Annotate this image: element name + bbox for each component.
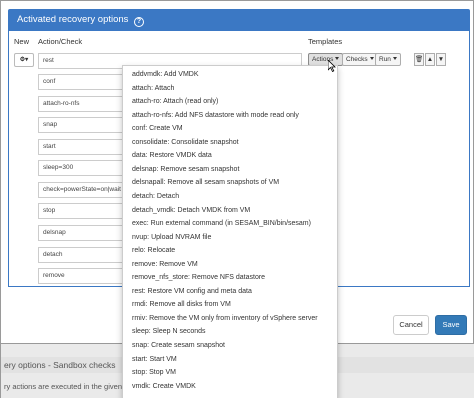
column-header-action-check: Action/Check (38, 37, 83, 46)
checks-label: Checks (346, 56, 368, 63)
actions-dropdown-menu: addvmdk: Add VMDK attach: Attach attach-ro… (122, 65, 338, 398)
chevron-down-icon (369, 57, 374, 60)
background-text: ry actions are executed in the given o (4, 382, 129, 391)
dropdown-item[interactable]: data: Restore VMDK data (132, 152, 212, 159)
arrow-up-icon[interactable]: ▲ (425, 53, 435, 66)
dropdown-item[interactable]: exec: Run external command (in SESAM_BIN… (132, 220, 311, 227)
chevron-down-icon (392, 57, 397, 60)
action-input[interactable]: stop (38, 203, 131, 219)
mouse-cursor-icon (328, 60, 336, 72)
column-header-new: New (14, 37, 30, 46)
recovery-options-dialog: Activated recovery options ? New Action/… (0, 0, 474, 398)
dropdown-item[interactable]: remove: Remove VM (132, 261, 198, 268)
arrow-down-icon[interactable]: ▼ (436, 53, 446, 66)
action-input[interactable]: sleep=300 (38, 160, 131, 176)
dropdown-item[interactable]: rmdi: Remove all disks from VM (132, 301, 231, 308)
help-icon[interactable]: ? (134, 17, 145, 27)
dropdown-item[interactable]: sleep: Sleep N seconds (132, 328, 206, 335)
run-dropdown-button[interactable]: Run (375, 53, 401, 66)
action-input[interactable]: remove (38, 268, 131, 284)
dropdown-item[interactable]: addvmdk: Add VMDK (132, 71, 199, 78)
cancel-button[interactable]: Cancel (393, 315, 429, 335)
panel-title: Activated recovery options (17, 14, 129, 25)
dropdown-item[interactable]: delsnapall: Remove all sesam snapshots o… (132, 179, 279, 186)
action-input[interactable]: conf (38, 74, 131, 90)
column-header-templates: Templates (308, 37, 343, 46)
dropdown-item[interactable]: relo: Relocate (132, 247, 175, 254)
trash-icon[interactable]: 🗑 (414, 53, 424, 66)
action-input[interactable]: detach (38, 247, 131, 263)
dropdown-item[interactable]: conf: Create VM (132, 125, 183, 132)
dropdown-item[interactable]: rest: Restore VM config and meta data (132, 288, 252, 295)
dropdown-item[interactable]: delsnap: Remove sesam snapshot (132, 166, 239, 173)
dropdown-item[interactable]: consolidate: Consolidate snapshot (132, 139, 239, 146)
action-input[interactable]: start (38, 139, 131, 155)
dropdown-item[interactable]: attach-ro-nfs: Add NFS datastore with mo… (132, 112, 299, 119)
dropdown-item[interactable]: nvup: Upload NVRAM file (132, 234, 211, 241)
run-label: Run (379, 56, 391, 63)
action-input[interactable]: attach-ro-nfs (38, 96, 131, 112)
dropdown-item[interactable]: detach: Detach (132, 193, 179, 200)
panel-header: Activated recovery options ? (8, 9, 470, 31)
dropdown-item[interactable]: rmiv: Remove the VM only from inventory … (132, 315, 318, 322)
action-input[interactable]: delsnap (38, 225, 131, 241)
new-row-icon[interactable]: ⚙▾ (14, 53, 34, 67)
checks-dropdown-button[interactable]: Checks (342, 53, 378, 66)
action-input[interactable]: snap (38, 117, 131, 133)
dropdown-item[interactable]: attach: Attach (132, 85, 174, 92)
dropdown-item[interactable]: attach-ro: Attach (read only) (132, 98, 218, 105)
save-button[interactable]: Save (435, 315, 467, 335)
dropdown-item[interactable]: stop: Stop VM (132, 369, 176, 376)
dropdown-item[interactable]: vmdk: Create VMDK (132, 383, 196, 390)
dropdown-item[interactable]: remove_nfs_store: Remove NFS datastore (132, 274, 265, 281)
action-input[interactable]: check=powerState=on|wait (38, 182, 131, 198)
dropdown-item[interactable]: start: Start VM (132, 356, 177, 363)
dropdown-item[interactable]: snap: Create sesam snapshot (132, 342, 225, 349)
dropdown-item[interactable]: detach_vmdk: Detach VMDK from VM (132, 207, 250, 214)
